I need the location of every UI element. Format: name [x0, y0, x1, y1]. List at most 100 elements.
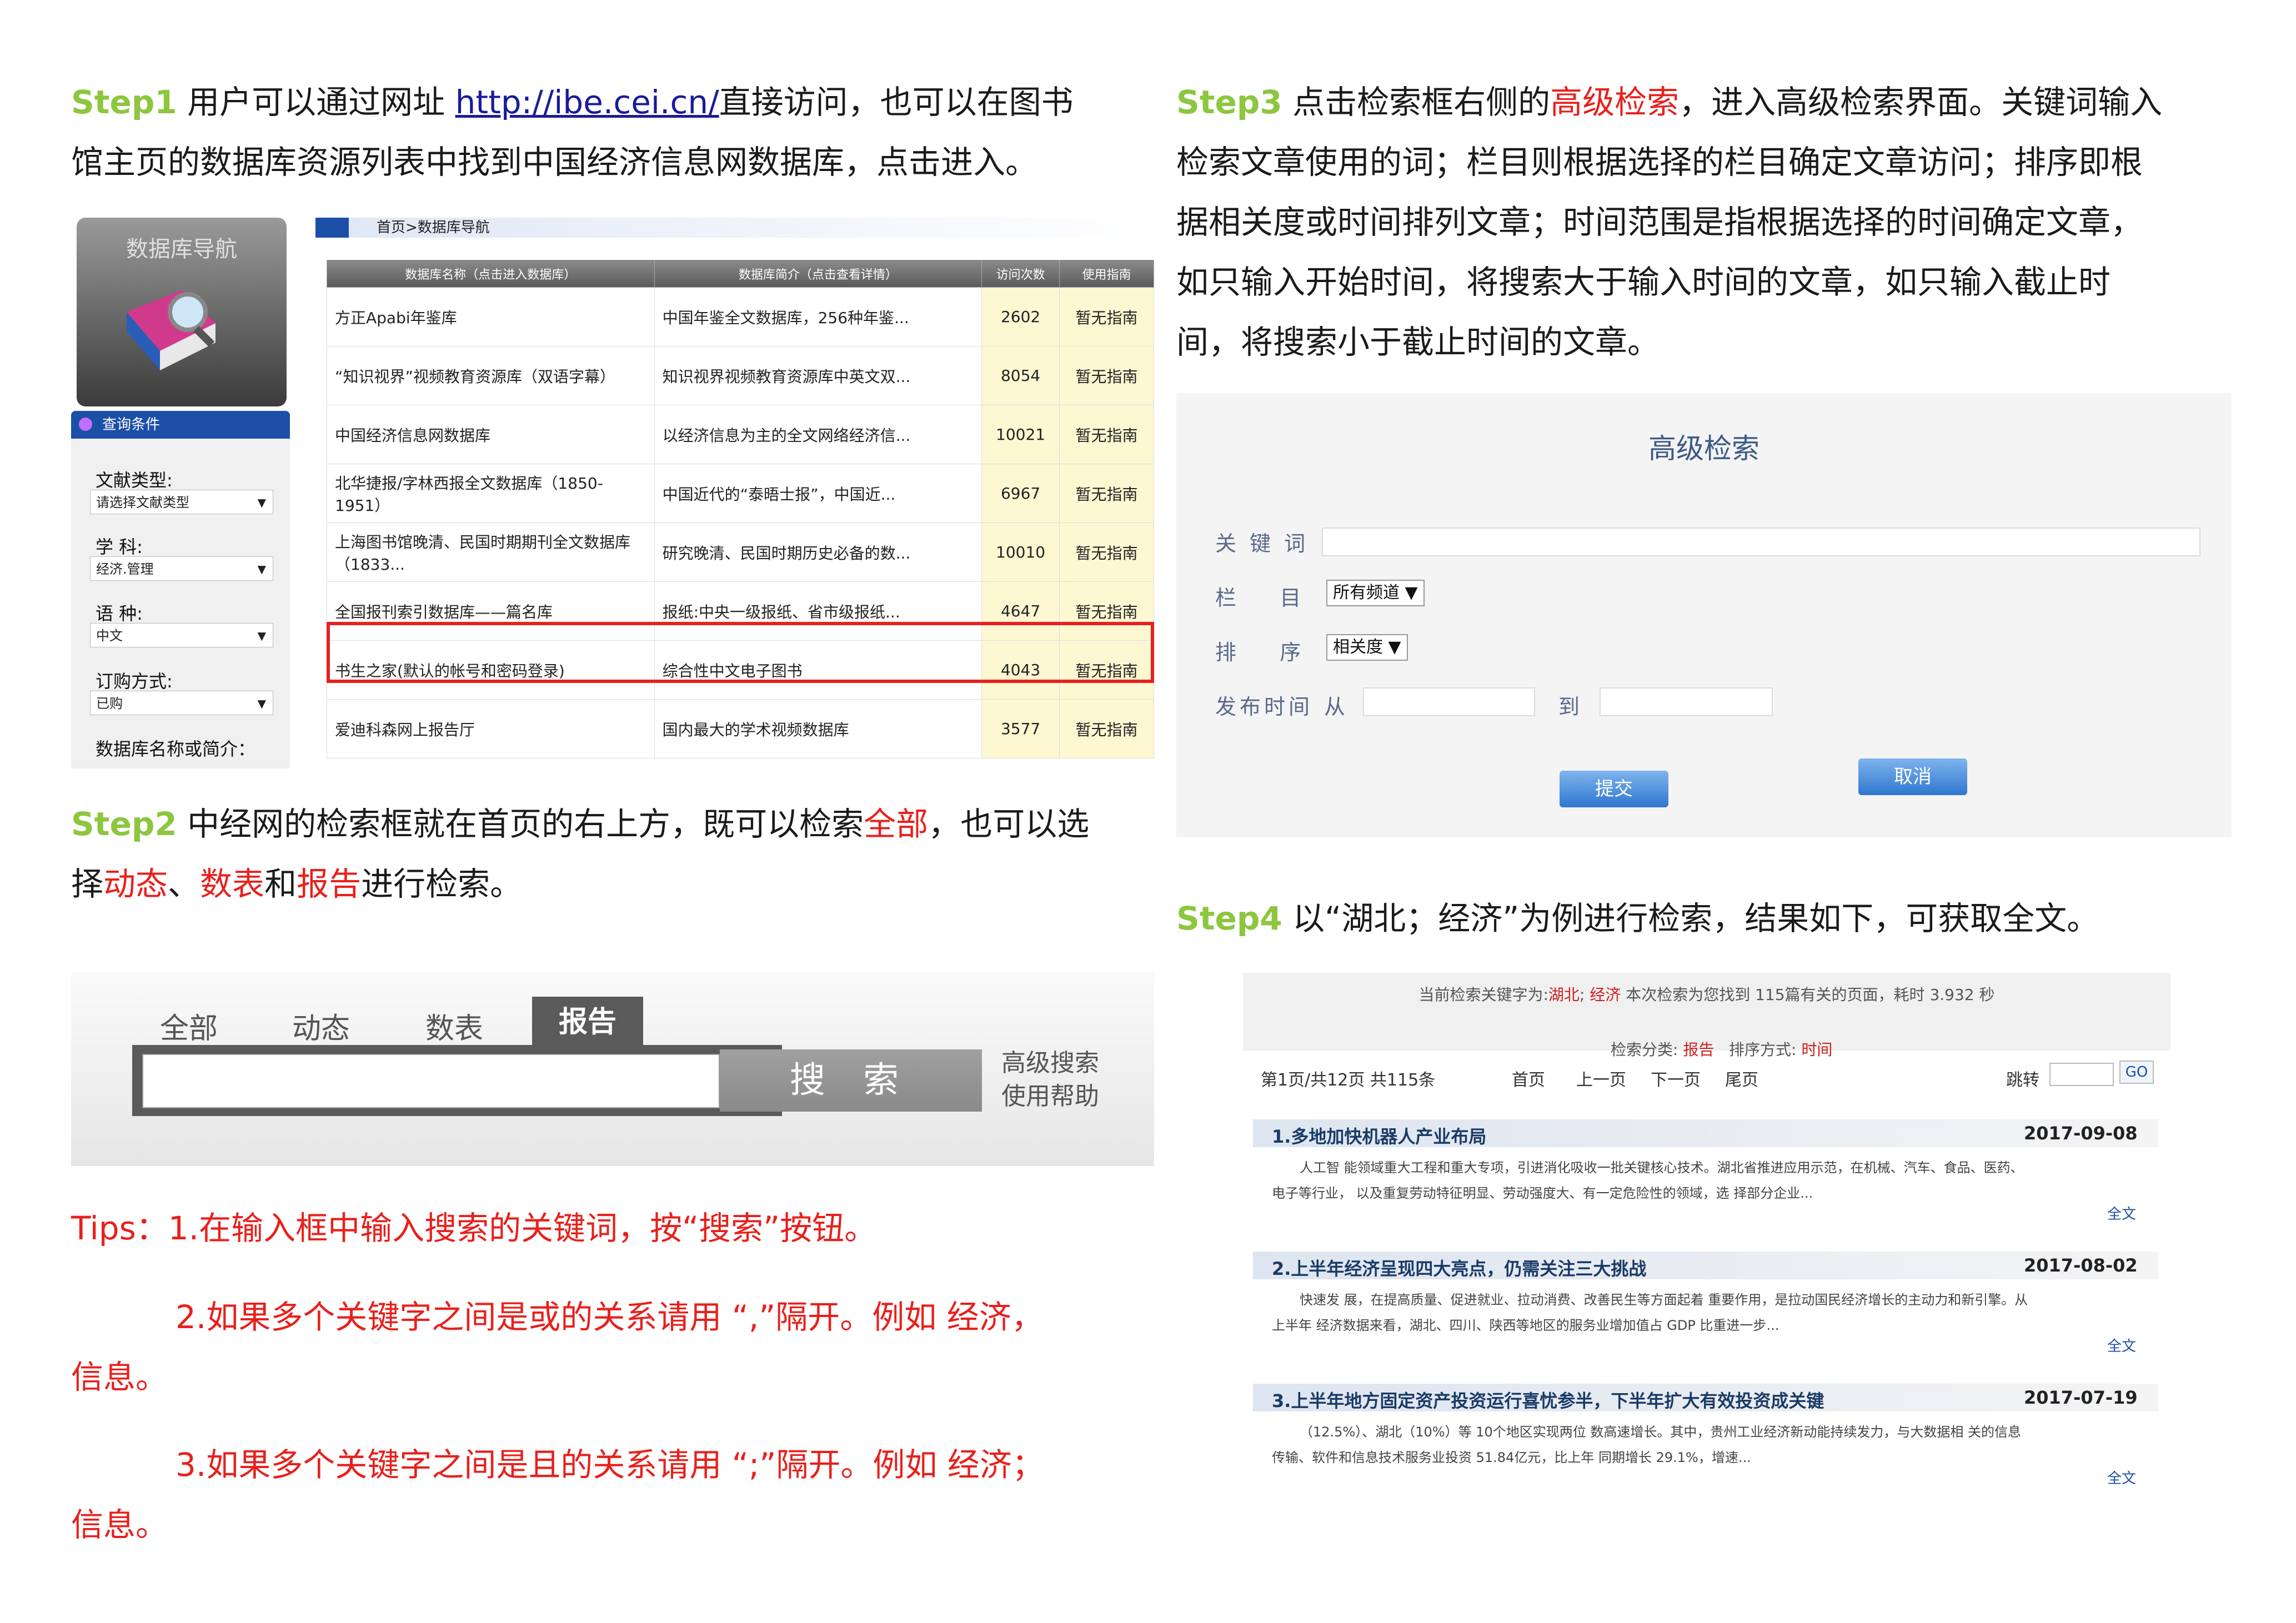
step2-paragraph: Step2 中经网的检索框就在首页的右上方，既可以检索全部，也可以选 择动态、数…	[71, 794, 1089, 914]
tab-all[interactable]: 全部	[160, 1005, 218, 1047]
tip-2-cont: 信息。	[71, 1358, 168, 1396]
advanced-search-link[interactable]: 高级搜索	[1001, 1043, 1099, 1078]
guide-cell: 暂无指南	[1059, 464, 1154, 523]
next-page-link[interactable]: 下一页	[1651, 1066, 1701, 1091]
to-label: 到	[1558, 695, 1583, 719]
step1-text-after: 直接访问，也可以在图书	[719, 83, 1074, 121]
column-select[interactable]: 所有频道 ▼	[1326, 580, 1425, 606]
tip-2: 2.如果多个关键字之间是或的关系请用 “,”隔开。例如 经济，	[176, 1298, 1044, 1336]
filter-panel: 文献类型: 请选择文献类型 ▼ 学 科: 经济.管理 ▼ 语 种: 中文 ▼ 订购方式…	[71, 439, 290, 768]
full-text-link[interactable]: 全文	[2107, 1335, 2136, 1355]
tab-reports[interactable]: 报告	[532, 997, 643, 1048]
query-bar-label: 查询条件	[102, 416, 161, 433]
tab-news[interactable]: 动态	[292, 1005, 350, 1047]
visit-count: 3577	[981, 699, 1060, 758]
language-select[interactable]: 中文 ▼	[90, 623, 273, 647]
result-date: 2017-07-19	[2024, 1387, 2138, 1408]
filter-label: 学 科:	[96, 536, 143, 557]
highlight-tables: 数表	[200, 865, 265, 903]
search-summary: 当前检索关键字为:湖北; 经济 本次检索为您找到 115篇有关的页面，耗时 3.…	[1243, 983, 2170, 1005]
db-desc-link[interactable]: 中国年鉴全文数据库，256种年鉴...	[654, 287, 982, 346]
step2-text: 中经网的检索框就在首页的右上方，既可以检索	[177, 805, 864, 843]
guide-cell: 暂无指南	[1059, 699, 1154, 758]
end-date-input[interactable]	[1600, 687, 1773, 716]
step3-line: 据相关度或时间排列文章；时间范围是指根据选择的时间确定文章，	[1176, 203, 2143, 241]
step2-text: 和	[264, 865, 297, 903]
table-row: 中国经济信息网数据库 以经济信息为主的全文网络经济信... 10021 暂无指南	[327, 405, 1154, 464]
db-desc-link[interactable]: 研究晚清、民国时期历史必备的数...	[654, 522, 982, 582]
prev-page-link[interactable]: 上一页	[1576, 1066, 1626, 1091]
tab-tables[interactable]: 数表	[425, 1005, 483, 1047]
db-name-link[interactable]: 爱迪科森网上报告厅	[327, 699, 655, 758]
help-link[interactable]: 使用帮助	[1001, 1076, 1099, 1112]
step4-label: Step4	[1176, 900, 1282, 937]
table-row: 爱迪科森网上报告厅 国内最大的学术视频数据库 3577 暂无指南	[327, 699, 1154, 758]
column-header: 使用指南	[1059, 260, 1154, 288]
table-row: 方正Apabi年鉴库 中国年鉴全文数据库，256种年鉴... 2602 暂无指南	[327, 287, 1154, 346]
table-row: 上海图书馆晚清、民国时期期刊全文数据库（1833... 研究晚清、民国时期历史必备…	[327, 522, 1154, 582]
result-title-link[interactable]: 1.多地加快机器人产业布局	[1272, 1123, 1486, 1148]
visit-count: 6967	[981, 464, 1060, 523]
tip-1: Tips：1.在输入框中输入搜索的关键词，按“搜索”按钮。	[71, 1209, 877, 1247]
category-label: 检索分类:	[1610, 1041, 1683, 1059]
order-select[interactable]: 相关度 ▼	[1326, 634, 1408, 661]
db-name-link[interactable]: “知识视界”视频教育资源库（双语字幕）	[327, 346, 655, 405]
highlight-reports: 报告	[297, 865, 362, 903]
first-page-link[interactable]: 首页	[1512, 1066, 1545, 1091]
column-header: 数据库名称（点击进入数据库）	[327, 260, 655, 288]
step1-link[interactable]: http://ibe.cei.cn/	[455, 83, 719, 121]
step2-text: 择	[71, 865, 104, 903]
search-button[interactable]: 搜 索	[720, 1049, 982, 1112]
db-desc-link[interactable]: 中国近代的“泰晤士报”，中国近...	[654, 464, 982, 523]
db-desc-link[interactable]: 国内最大的学术视频数据库	[654, 699, 982, 758]
column-header: 访问次数	[981, 260, 1060, 288]
db-name-link[interactable]: 北华捷报/字林西报全文数据库（1850-1951）	[327, 464, 655, 523]
full-text-link[interactable]: 全文	[2107, 1467, 2136, 1488]
purchase-select[interactable]: 已购 ▼	[90, 691, 273, 715]
db-name-link[interactable]: 中国经济信息网数据库	[327, 405, 655, 464]
keyword-separator: ;	[1579, 986, 1590, 1004]
jump-label: 跳转	[2006, 1071, 2039, 1090]
search-input[interactable]	[142, 1054, 720, 1108]
result-snippet: 人工智 能领域重大工程和重大专项，引进消化吸收一批关键核心技术。湖北省推进应用示…	[1272, 1155, 2149, 1206]
highlight-advanced: 高级检索	[1550, 83, 1680, 121]
subject-select[interactable]: 经济.管理 ▼	[90, 556, 273, 581]
step3-line: 如只输入开始时间，将搜索大于输入时间的文章，如只输入截止时	[1176, 263, 2111, 301]
column-label: 栏 目	[1215, 586, 1305, 610]
keyword-input[interactable]	[1322, 527, 2200, 556]
cancel-button[interactable]: 取消	[1858, 758, 1967, 795]
highlight-box	[327, 622, 1154, 683]
table-header-row: 数据库名称（点击进入数据库） 数据库简介（点击查看详情） 访问次数 使用指南	[327, 260, 1154, 288]
step2-screenshot: 全部 动态 数表 报告 搜 索 高级搜索 使用帮助	[71, 972, 1154, 1166]
summary-suffix: 本次检索为您找到 115篇有关的页面，耗时 3.932 秒	[1621, 986, 1995, 1004]
db-desc-link[interactable]: 以经济信息为主的全文网络经济信...	[654, 405, 982, 464]
order-value: 时间	[1801, 1041, 1833, 1059]
full-text-link[interactable]: 全文	[2107, 1203, 2136, 1223]
result-title-link[interactable]: 3.上半年地方固定资产投资运行喜忧参半，下半年扩大有效投资成关键	[1272, 1387, 1824, 1413]
select-value: 已购	[96, 696, 123, 711]
time-label: 发布时间	[1215, 695, 1314, 719]
start-date-input[interactable]	[1363, 687, 1535, 716]
last-page-link[interactable]: 尾页	[1725, 1066, 1758, 1091]
filter-label: 文献类型:	[96, 470, 173, 491]
result-title-link[interactable]: 2.上半年经济呈现四大亮点，仍需关注三大挑战	[1272, 1255, 1646, 1280]
keyword-2: 经济	[1590, 986, 1621, 1004]
jump-page-input[interactable]	[2049, 1063, 2114, 1086]
book-magnifier-icon	[127, 290, 215, 370]
visit-count: 2602	[981, 287, 1060, 346]
db-name-label: 数据库名称或简介：	[96, 738, 256, 760]
step3-text: ，进入高级检索界面。关键词输入	[1679, 83, 2163, 121]
highlight-all: 全部	[864, 805, 929, 843]
submit-button[interactable]: 提交	[1560, 771, 1668, 807]
step2-label: Step2	[71, 805, 177, 843]
doc-type-select[interactable]: 请选择文献类型 ▼	[90, 490, 273, 514]
db-name-link[interactable]: 上海图书馆晚清、民国时期期刊全文数据库（1833...	[327, 522, 655, 582]
breadcrumb-text[interactable]: 首页>数据库导航	[377, 219, 490, 236]
summary-prefix: 当前检索关键字为:	[1418, 986, 1548, 1004]
database-nav-box: 数据库导航	[77, 218, 287, 406]
go-button[interactable]: GO	[2119, 1061, 2154, 1084]
db-desc-link[interactable]: 知识视界视频教育资源库中英文双...	[654, 346, 982, 405]
breadcrumb-marker	[315, 218, 349, 238]
keyword-1: 湖北	[1548, 986, 1580, 1004]
db-name-link[interactable]: 方正Apabi年鉴库	[327, 287, 655, 346]
